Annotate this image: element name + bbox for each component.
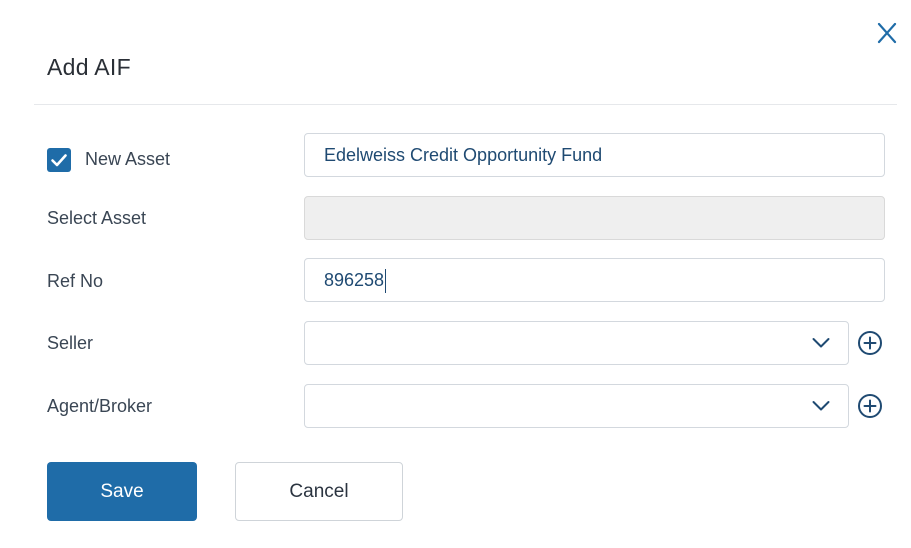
dialog-title: Add AIF (47, 54, 131, 80)
checkmark-icon (51, 154, 67, 167)
close-icon (877, 22, 897, 44)
agent-broker-select[interactable] (304, 384, 849, 428)
seller-label: Seller (47, 333, 94, 353)
select-asset-label: Select Asset (47, 208, 147, 228)
header-divider (34, 104, 897, 105)
add-seller-button[interactable] (857, 330, 883, 356)
ref-no-label: Ref No (47, 271, 104, 291)
plus-circle-icon (858, 394, 882, 418)
text-cursor (385, 269, 387, 294)
asset-name-value: Edelweiss Credit Opportunity Fund (324, 145, 603, 165)
asset-name-input[interactable]: Edelweiss Credit Opportunity Fund (304, 133, 885, 177)
ref-no-input[interactable]: 896258 (304, 258, 885, 302)
new-asset-checkbox[interactable] (47, 148, 71, 172)
select-asset-field (304, 196, 885, 240)
chevron-down-icon (812, 338, 830, 348)
new-asset-label: New Asset (85, 149, 171, 169)
chevron-down-icon (812, 401, 830, 411)
seller-select[interactable] (304, 321, 849, 365)
close-button[interactable] (872, 18, 902, 48)
cancel-button[interactable]: Cancel (235, 462, 403, 521)
add-agent-broker-button[interactable] (857, 393, 883, 419)
plus-circle-icon (858, 331, 882, 355)
ref-no-value: 896258 (324, 270, 385, 290)
agent-broker-label: Agent/Broker (47, 396, 153, 416)
save-button[interactable]: Save (47, 462, 197, 521)
